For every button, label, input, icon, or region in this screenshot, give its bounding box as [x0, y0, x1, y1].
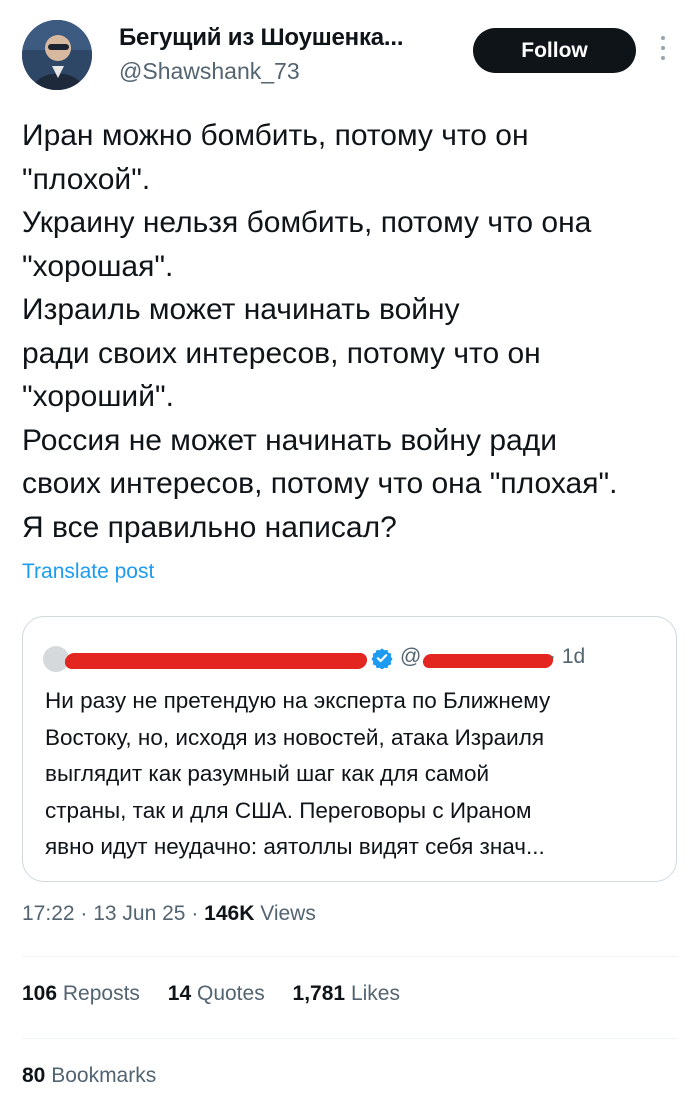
- tweet-date[interactable]: 13 Jun 25: [93, 902, 185, 925]
- reposts-label: Reposts: [62, 982, 140, 1005]
- author-handle[interactable]: @Shawshank_73: [119, 58, 403, 85]
- user-avatar-icon: [22, 20, 92, 90]
- divider: [22, 956, 678, 957]
- reposts-count: 106: [22, 982, 58, 1005]
- quoted-timestamp[interactable]: · 1d: [549, 645, 585, 669]
- tweet-text: Иран можно бомбить, потому что он "плохо…: [22, 119, 618, 544]
- views-label: Views: [260, 902, 316, 925]
- reposts-stat[interactable]: 106 Reposts: [22, 982, 146, 1005]
- redacted-author-name: [63, 653, 369, 669]
- meta-separator: ·: [191, 902, 205, 925]
- quoted-tweet[interactable]: @ · 1d Ни разу не претендую на эксперта …: [22, 616, 677, 882]
- likes-label: Likes: [350, 982, 400, 1005]
- quoted-tweet-text: Ни разу не претендую на эксперта по Ближ…: [45, 688, 551, 859]
- likes-count: 1,781: [292, 982, 346, 1005]
- translate-post-link[interactable]: Translate post: [22, 560, 154, 584]
- likes-stat[interactable]: 1,781 Likes: [293, 982, 400, 1005]
- views-count: 146K: [204, 902, 255, 925]
- quotes-count: 14: [167, 982, 192, 1005]
- quotes-label: Quotes: [196, 982, 265, 1005]
- follow-button[interactable]: Follow: [473, 28, 636, 73]
- quoted-at-sign: @: [400, 645, 422, 668]
- divider: [22, 1038, 678, 1039]
- tweet-time[interactable]: 17:22: [22, 902, 75, 925]
- meta-separator: ·: [80, 902, 94, 925]
- quotes-stat[interactable]: 14 Quotes: [168, 982, 271, 1005]
- author-display-name[interactable]: Бегущий из Шоушенка...: [119, 24, 404, 52]
- redacted-author-handle: [422, 654, 554, 668]
- bookmarks-stat[interactable]: 80 Bookmarks: [22, 1064, 156, 1088]
- engagement-stats: 106 Reposts 14 Quotes 1,781 Likes: [22, 982, 422, 1006]
- more-options-icon[interactable]: [658, 36, 668, 66]
- author-avatar[interactable]: [22, 20, 92, 90]
- quoted-tweet-header: @ · 1d: [43, 643, 653, 673]
- verified-badge-icon: [371, 648, 393, 669]
- tweet-header: Бегущий из Шоушенка... @Shawshank_73 Fol…: [22, 18, 682, 90]
- bookmarks-label: Bookmarks: [51, 1064, 157, 1087]
- tweet-meta: 17:22 · 13 Jun 25 · 146K Views: [22, 902, 316, 926]
- bookmarks-count: 80: [22, 1064, 46, 1087]
